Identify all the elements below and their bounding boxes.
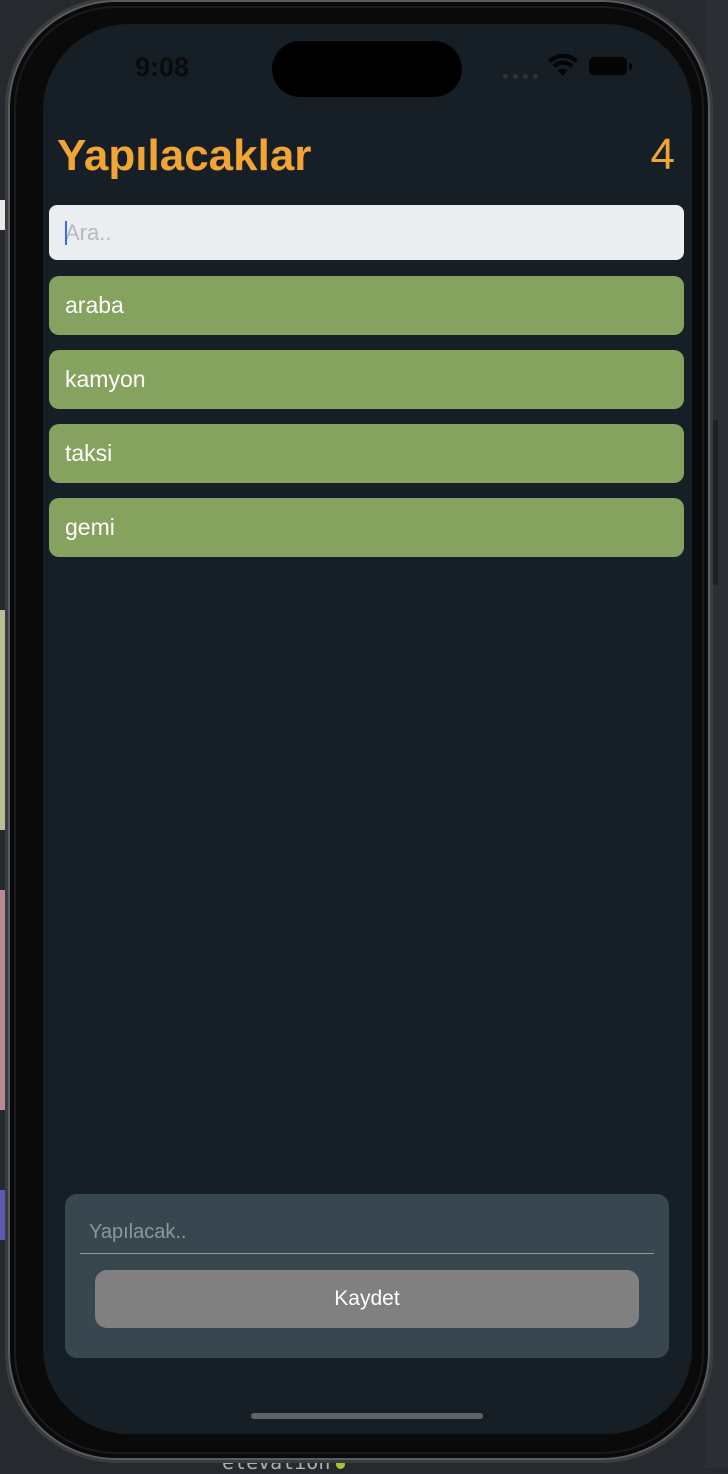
- search-input[interactable]: [49, 205, 684, 260]
- phone-frame: 9:08 Yapılacaklar 4 araba kamyon taksi g…: [8, 0, 710, 1460]
- todo-item[interactable]: araba: [49, 276, 684, 335]
- text-caret: [65, 221, 67, 245]
- background-strip: [0, 890, 8, 1110]
- status-time: 9:08: [135, 52, 190, 82]
- wifi-icon: [548, 54, 578, 76]
- background-strip: [0, 610, 8, 830]
- page-title: Yapılacaklar: [57, 131, 312, 180]
- save-button[interactable]: Kaydet: [95, 1270, 639, 1328]
- todo-list: araba kamyon taksi gemi: [49, 276, 684, 572]
- todo-item[interactable]: taksi: [49, 424, 684, 483]
- add-todo-form: Kaydet: [65, 1194, 669, 1358]
- home-indicator[interactable]: [251, 1413, 483, 1419]
- background-strip: [0, 200, 8, 230]
- battery-icon: [589, 57, 632, 75]
- app-screen: 9:08 Yapılacaklar 4 araba kamyon taksi g…: [43, 24, 692, 1434]
- background-scrollbar: [710, 420, 718, 585]
- todo-count: 4: [650, 130, 675, 179]
- todo-item[interactable]: gemi: [49, 498, 684, 557]
- todo-input[interactable]: [80, 1212, 654, 1254]
- dynamic-island: [272, 41, 462, 97]
- background-strip: [0, 1190, 8, 1240]
- cellular-signal-icon: [503, 74, 538, 79]
- todo-item[interactable]: kamyon: [49, 350, 684, 409]
